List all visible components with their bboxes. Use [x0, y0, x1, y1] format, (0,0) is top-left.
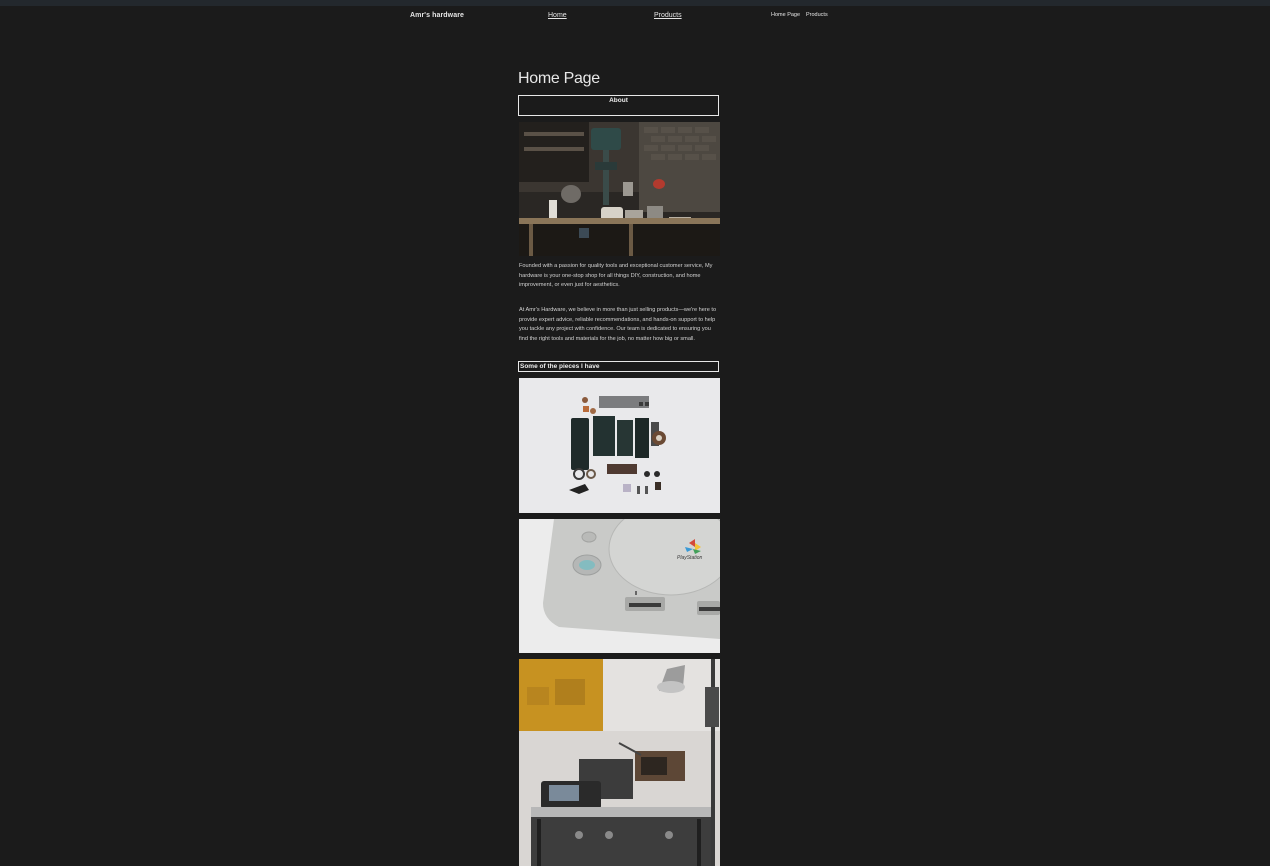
game-console-photo: PlayStation	[519, 519, 720, 653]
disassembled-parts-photo	[519, 378, 720, 513]
about-paragraph-1: Founded with a passion for quality tools…	[519, 263, 713, 289]
page-title: Home Page	[518, 70, 600, 87]
brand-name: Amr's hardware	[410, 12, 465, 19]
pieces-heading: Some of the pieces I have	[518, 361, 719, 372]
top-bar	[0, 0, 1270, 6]
nav-small-link-home-page[interactable]: Home Page	[771, 12, 800, 18]
console-logo-text: PlayStation	[677, 555, 703, 561]
studio-equipment-photo	[519, 659, 720, 866]
about-paragraph-2: At Amr's Hardware, we believe in more th…	[519, 307, 717, 343]
about-heading: About	[518, 95, 719, 116]
nav-small-link-products[interactable]: Products	[806, 12, 828, 18]
workshop-photo	[519, 122, 720, 256]
nav-link-home[interactable]: Home	[548, 12, 567, 19]
nav-link-products[interactable]: Products	[654, 12, 682, 19]
